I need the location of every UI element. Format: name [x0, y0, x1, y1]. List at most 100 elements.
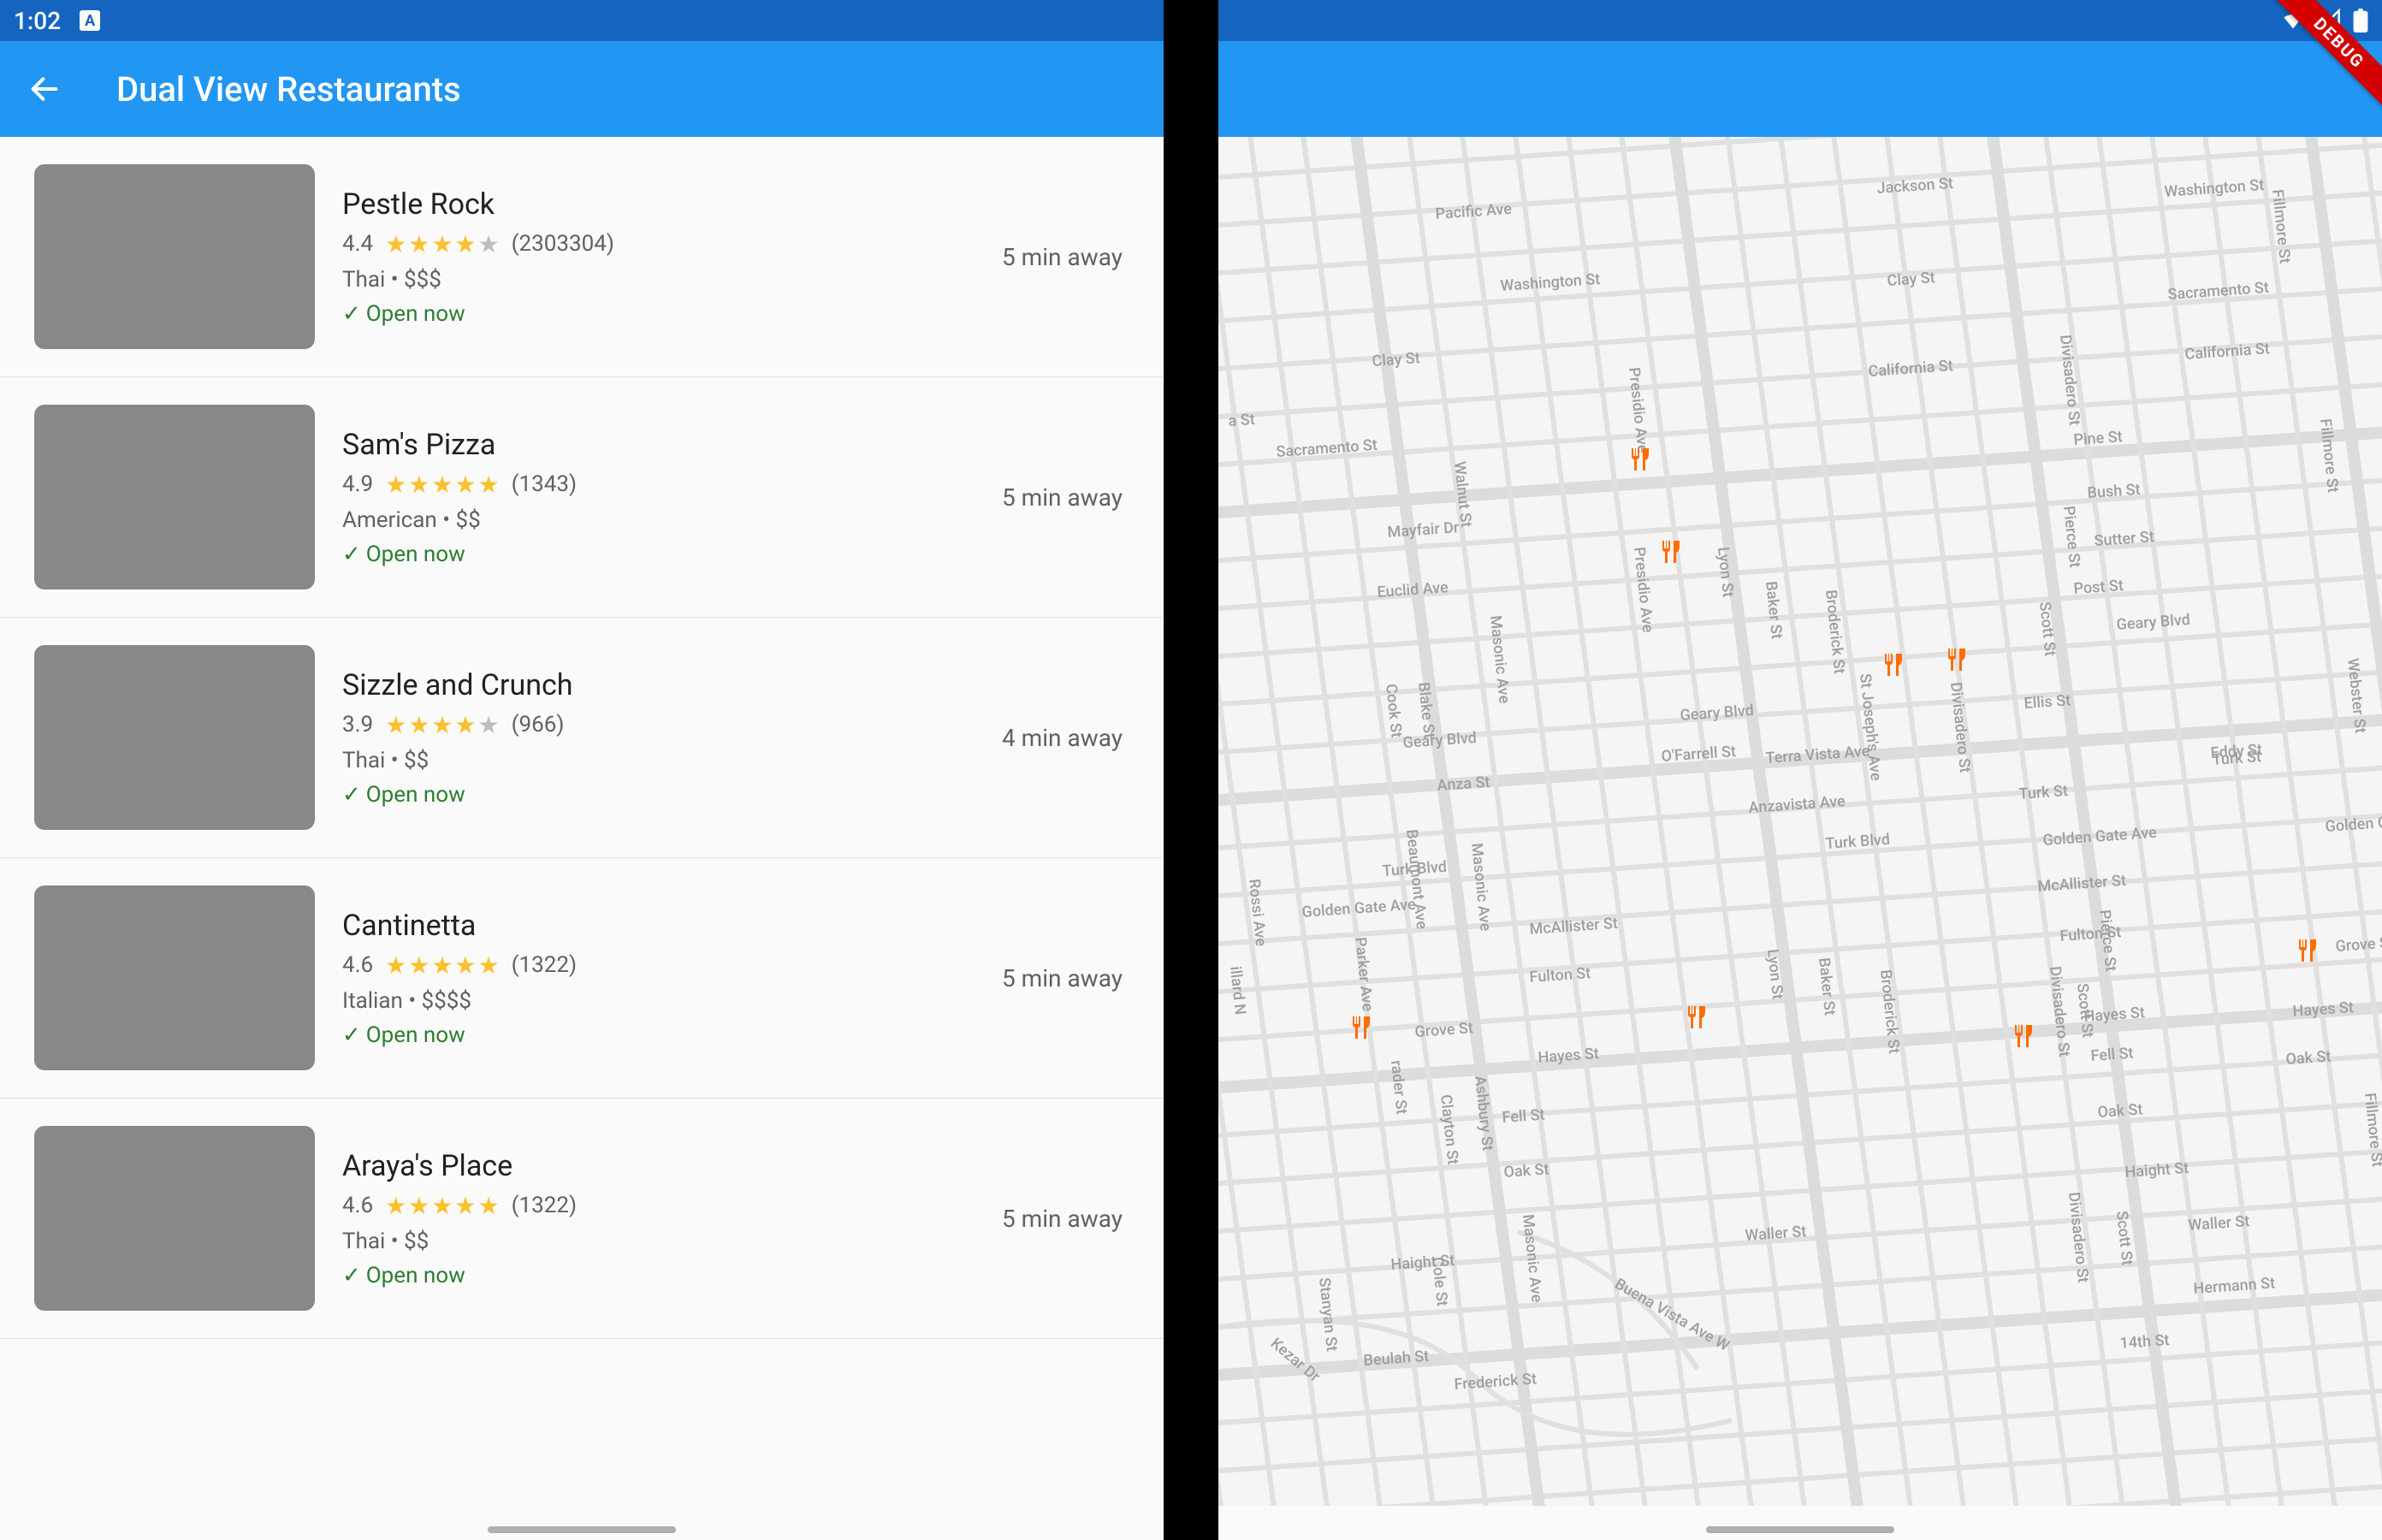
rating-value: 4.6: [342, 952, 373, 978]
street-label: California St: [1868, 357, 1953, 381]
street-label: Baker St: [1815, 957, 1839, 1016]
street-label: Geary Blvd: [2116, 611, 2191, 634]
keyboard-indicator-icon: A: [80, 10, 100, 31]
street-label: Oak St: [2285, 1047, 2332, 1069]
star-icon: ★: [454, 230, 476, 258]
restaurant-card[interactable]: Cantinetta4.6★★★★★(1322)Italian • $$$$✓O…: [0, 858, 1164, 1099]
street-label: illard N: [1226, 965, 1249, 1016]
street-label: Turk St: [2212, 748, 2262, 769]
open-now: ✓Open now: [342, 1022, 1002, 1048]
street-label: Hermann St: [2193, 1274, 2276, 1298]
street-label: Anza St: [1437, 773, 1490, 795]
street-label: Golden Gate Ave: [1301, 896, 1417, 921]
page-title: Dual View Restaurants: [116, 69, 461, 110]
street-label: Turk Blvd: [1382, 858, 1448, 880]
street-label: Ellis St: [2024, 691, 2071, 713]
open-now: ✓Open now: [342, 782, 1002, 808]
street-label: Parker Ave: [1351, 936, 1377, 1012]
distance-text: 5 min away: [1002, 1205, 1129, 1233]
star-icon: ★: [478, 471, 500, 499]
check-icon: ✓: [342, 782, 361, 808]
check-icon: ✓: [342, 1263, 361, 1288]
street-label: Hayes St: [2292, 998, 2355, 1021]
cuisine-price: Thai • $$$: [342, 267, 1002, 293]
review-count: (966): [512, 712, 565, 737]
star-rating: ★★★★★: [385, 230, 500, 258]
star-icon: ★: [454, 1192, 476, 1220]
status-bar-right: [1218, 0, 2382, 41]
street-label: Post St: [2073, 577, 2124, 598]
star-icon: ★: [431, 230, 453, 258]
street-label: Oak St: [2097, 1100, 2143, 1122]
street-label: Waller St: [2188, 1212, 2250, 1235]
cuisine-price: American • $$: [342, 507, 1002, 533]
right-pane: Jackson StPacific AveFillmore StWashingt…: [1218, 0, 2382, 1540]
review-count: (1343): [512, 471, 577, 497]
star-icon: ★: [408, 951, 430, 980]
restaurant-name: Sizzle and Crunch: [342, 668, 1002, 702]
check-icon: ✓: [342, 1022, 361, 1048]
cuisine-price: Italian • $$$$: [342, 988, 1002, 1014]
open-now: ✓Open now: [342, 1263, 1002, 1288]
street-label: Grove St: [1414, 1019, 1474, 1041]
map-view[interactable]: Jackson StPacific AveFillmore StWashingt…: [1218, 137, 2382, 1506]
restaurant-thumbnail: [34, 886, 315, 1070]
restaurant-thumbnail: [34, 1126, 315, 1311]
restaurant-name: Pestle Rock: [342, 187, 1002, 222]
star-rating: ★★★★★: [385, 1192, 500, 1220]
clock-text: 1:02: [14, 7, 61, 35]
rating-value: 4.6: [342, 1193, 373, 1218]
star-icon: ★: [478, 711, 500, 739]
street-label: Mayfair Dr: [1387, 518, 1461, 542]
rating-value: 4.9: [342, 471, 373, 497]
street-label: Pierce St: [2059, 505, 2083, 568]
street-label: Bush St: [2087, 481, 2141, 502]
distance-text: 5 min away: [1002, 483, 1129, 512]
star-icon: ★: [478, 1192, 500, 1220]
open-now: ✓Open now: [342, 301, 1002, 327]
back-button[interactable]: [27, 72, 62, 106]
street-label: Fillmore St: [2316, 418, 2342, 494]
street-label: Pacific Ave: [1435, 200, 1513, 223]
review-count: (2303304): [512, 231, 614, 257]
street-label: Grove St: [2335, 933, 2382, 956]
star-icon: ★: [431, 951, 453, 980]
restaurant-thumbnail: [34, 645, 315, 830]
street-label: McAllister St: [2037, 872, 2127, 896]
restaurant-name: Cantinetta: [342, 909, 1002, 943]
street-label: Presidio Ave: [1625, 366, 1651, 454]
left-pane: 1:02 A Dual View Restaurants Pestle Rock…: [0, 0, 1164, 1540]
restaurant-name: Sam's Pizza: [342, 428, 1002, 462]
street-label: Golden Gate Ave: [2325, 810, 2382, 836]
restaurant-card[interactable]: Sam's Pizza4.9★★★★★(1343)American • $$✓O…: [0, 377, 1164, 618]
map-svg[interactable]: Jackson StPacific AveFillmore StWashingt…: [1218, 137, 2382, 1506]
star-icon: ★: [385, 711, 406, 739]
street-label: Oak St: [1503, 1160, 1549, 1182]
restaurant-thumbnail: [34, 405, 315, 589]
rating-line: 4.6★★★★★(1322): [342, 951, 1002, 980]
street-label: California St: [2184, 340, 2270, 364]
distance-text: 5 min away: [1002, 964, 1129, 992]
restaurant-thumbnail: [34, 164, 315, 349]
app-bar-left: Dual View Restaurants: [0, 41, 1164, 137]
street-label: Masonic Ave: [1486, 614, 1514, 704]
home-indicator: [488, 1526, 676, 1533]
restaurant-card[interactable]: Sizzle and Crunch3.9★★★★★(966)Thai • $$✓…: [0, 618, 1164, 858]
street-label: a St: [1228, 411, 1255, 430]
street-label: Washington St: [1500, 270, 1601, 295]
star-icon: ★: [408, 1192, 430, 1220]
restaurant-card[interactable]: Araya's Place4.6★★★★★(1322)Thai • $$✓Ope…: [0, 1099, 1164, 1339]
open-now: ✓Open now: [342, 542, 1002, 567]
street-label: Clay St: [1887, 269, 1935, 290]
star-rating: ★★★★★: [385, 471, 500, 499]
restaurant-name: Araya's Place: [342, 1149, 1002, 1183]
street-label: Geary Blvd: [1402, 729, 1478, 752]
restaurant-list[interactable]: Pestle Rock4.4★★★★★(2303304)Thai • $$$✓O…: [0, 137, 1164, 1506]
street-label: Ashbury St: [1471, 1075, 1496, 1152]
restaurant-card[interactable]: Pestle Rock4.4★★★★★(2303304)Thai • $$$✓O…: [0, 137, 1164, 377]
star-icon: ★: [431, 471, 453, 499]
star-icon: ★: [431, 1192, 453, 1220]
street-label: Kezar Dr: [1267, 1335, 1324, 1387]
street-label: 14th St: [2119, 1331, 2170, 1353]
star-icon: ★: [478, 951, 500, 980]
